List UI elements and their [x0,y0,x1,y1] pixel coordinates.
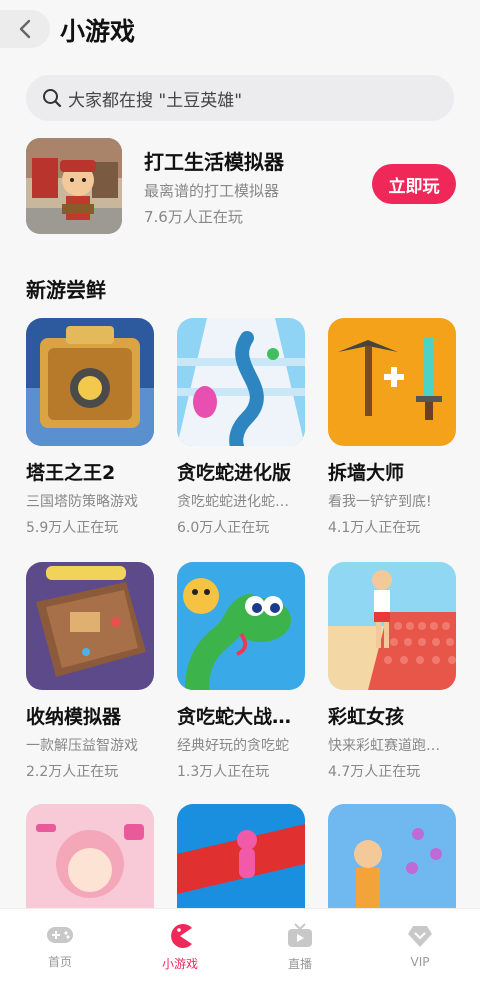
tab-label: VIP [410,955,430,969]
game-desc: 看我一铲铲到底! [328,494,432,510]
page-title: 小游戏 [60,17,136,46]
game-card[interactable]: 拆墙大师 看我一铲铲到底! 4.1万人正在玩 [328,318,456,537]
featured-game-thumbnail[interactable] [26,138,122,234]
game-desc: 经典好玩的贪吃蛇 [177,738,289,754]
tab-home[interactable]: 首页 [0,909,120,983]
game-name: 贪吃蛇进化版 [177,462,292,484]
section-title-new-games: 新游尝鲜 [26,278,106,302]
game-desc: 三国塔防策略游戏 [26,494,138,510]
diamond-heart-icon [408,926,432,947]
gamepad-icon [47,927,73,943]
tab-vip[interactable]: VIP [360,909,480,983]
tab-label: 首页 [47,955,72,969]
game-icon[interactable] [26,318,154,446]
game-name: 彩虹女孩 [328,706,405,728]
game-name: 收纳模拟器 [26,706,122,728]
game-players: 6.0万人正在玩 [177,520,270,536]
game-desc: 贪吃蛇蛇进化蛇… [177,494,289,510]
back-button[interactable] [0,10,50,48]
header: 小游戏 [0,0,480,62]
game-icon[interactable] [26,562,154,690]
game-card[interactable]: 收纳模拟器 一款解压益智游戏 2.2万人正在玩 [26,562,154,781]
search-input[interactable]: 大家都在搜 "土豆英雄" [26,75,454,121]
game-desc: 一款解压益智游戏 [26,738,138,754]
chevron-left-icon [19,19,31,39]
game-icon[interactable] [177,318,305,446]
game-card[interactable]: 塔王之王2 三国塔防策略游戏 5.9万人正在玩 [26,318,154,537]
game-card[interactable]: 彩虹女孩 快来彩虹赛道跑… 4.7万人正在玩 [328,562,456,781]
game-players: 5.9万人正在玩 [26,520,119,536]
search-icon [43,89,62,108]
game-desc: 快来彩虹赛道跑… [328,738,440,754]
tv-icon [288,923,312,947]
game-name: 贪吃蛇大战… [177,706,292,728]
featured-game-players: 7.6万人正在玩 [144,208,243,226]
featured-game-desc: 最离谱的打工模拟器 [144,182,280,200]
game-card[interactable]: 贪吃蛇大战… 经典好玩的贪吃蛇 1.3万人正在玩 [177,562,305,781]
game-players: 1.3万人正在玩 [177,764,270,780]
game-players: 4.7万人正在玩 [328,764,421,780]
game-card[interactable]: 贪吃蛇进化版 贪吃蛇蛇进化蛇… 6.0万人正在玩 [177,318,305,537]
game-name: 塔王之王2 [26,462,116,484]
tab-live[interactable]: 直播 [240,909,360,983]
tab-minigames[interactable]: 小游戏 [120,909,240,983]
bottom-tab-bar: 首页 小游戏 直播 VIP [0,908,480,983]
game-icon[interactable] [177,562,305,690]
featured-game[interactable]: 打工生活模拟器 最离谱的打工模拟器 7.6万人正在玩 立即玩 [26,138,456,234]
game-name: 拆墙大师 [328,462,405,484]
pacman-icon [171,924,192,948]
game-icon[interactable] [328,562,456,690]
tab-label: 直播 [287,957,312,971]
game-players: 2.2万人正在玩 [26,764,119,780]
game-icon[interactable] [328,318,456,446]
tab-label: 小游戏 [161,957,198,971]
play-now-button[interactable]: 立即玩 [372,164,456,204]
game-players: 4.1万人正在玩 [328,520,421,536]
featured-game-name: 打工生活模拟器 [144,150,284,174]
search-placeholder: 大家都在搜 "土豆英雄" [68,90,243,111]
